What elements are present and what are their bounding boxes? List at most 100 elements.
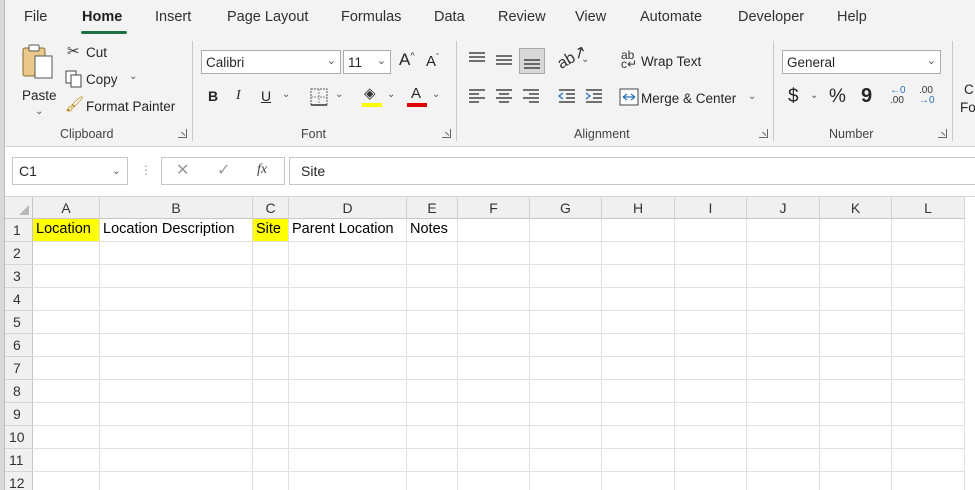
cell-a5[interactable]	[33, 311, 100, 334]
column-header-f[interactable]: F	[458, 197, 530, 219]
fill-color-dropdown-icon[interactable]: ⌄	[387, 89, 395, 100]
cell-i2[interactable]	[675, 242, 747, 265]
font-launcher-icon[interactable]	[442, 129, 451, 138]
cell-h6[interactable]	[602, 334, 675, 357]
cell-d6[interactable]	[289, 334, 407, 357]
cell-b2[interactable]	[100, 242, 253, 265]
cell-g3[interactable]	[530, 265, 602, 288]
cell-e2[interactable]	[407, 242, 458, 265]
enter-check-icon[interactable]: ✓	[217, 163, 230, 179]
cell-h1[interactable]	[602, 219, 675, 242]
tab-insert[interactable]: Insert	[155, 9, 191, 25]
name-box[interactable]: C1 ⌄	[12, 157, 128, 185]
underline-dropdown-icon[interactable]: ⌄	[282, 89, 290, 100]
column-header-l[interactable]: L	[892, 197, 965, 219]
cell-i12[interactable]	[675, 472, 747, 490]
cell-l9[interactable]	[892, 403, 965, 426]
cell-f1[interactable]	[458, 219, 530, 242]
cell-c3[interactable]	[253, 265, 289, 288]
alignment-launcher-icon[interactable]	[759, 129, 768, 138]
cell-j10[interactable]	[747, 426, 820, 449]
cell-j1[interactable]	[747, 219, 820, 242]
cell-e8[interactable]	[407, 380, 458, 403]
align-right-icon[interactable]	[521, 88, 541, 106]
tab-data[interactable]: Data	[434, 9, 465, 25]
cell-a8[interactable]	[33, 380, 100, 403]
tab-page-layout[interactable]: Page Layout	[227, 9, 308, 25]
cell-c6[interactable]	[253, 334, 289, 357]
cell-g9[interactable]	[530, 403, 602, 426]
cell-k7[interactable]	[820, 357, 892, 380]
cell-i6[interactable]	[675, 334, 747, 357]
cell-l5[interactable]	[892, 311, 965, 334]
row-header-4[interactable]: 4	[5, 288, 33, 311]
cell-g5[interactable]	[530, 311, 602, 334]
cell-f10[interactable]	[458, 426, 530, 449]
cell-j7[interactable]	[747, 357, 820, 380]
cell-c12[interactable]	[253, 472, 289, 490]
italic-button[interactable]: I	[236, 88, 241, 104]
cut-button[interactable]: Cut	[86, 45, 107, 60]
cell-a2[interactable]	[33, 242, 100, 265]
cell-h12[interactable]	[602, 472, 675, 490]
insert-function-icon[interactable]: fx	[257, 163, 267, 177]
cell-c7[interactable]	[253, 357, 289, 380]
cell-l6[interactable]	[892, 334, 965, 357]
copy-dropdown-icon[interactable]: ⌄	[129, 71, 137, 82]
cell-a10[interactable]	[33, 426, 100, 449]
cell-i4[interactable]	[675, 288, 747, 311]
cell-g11[interactable]	[530, 449, 602, 472]
tab-home[interactable]: Home	[82, 9, 122, 25]
shrink-font-button[interactable]: Aˇ	[426, 52, 439, 70]
cell-k10[interactable]	[820, 426, 892, 449]
number-launcher-icon[interactable]	[938, 129, 947, 138]
cell-a1[interactable]: Location	[33, 219, 100, 242]
row-header-3[interactable]: 3	[5, 265, 33, 288]
cell-b10[interactable]	[100, 426, 253, 449]
cell-b1[interactable]: Location Description	[100, 219, 253, 242]
cell-a12[interactable]	[33, 472, 100, 490]
row-header-1[interactable]: 1	[5, 219, 33, 242]
tab-developer[interactable]: Developer	[738, 9, 804, 25]
cell-a6[interactable]	[33, 334, 100, 357]
clipboard-launcher-icon[interactable]	[178, 129, 187, 138]
cell-d7[interactable]	[289, 357, 407, 380]
row-header-9[interactable]: 9	[5, 403, 33, 426]
cell-k9[interactable]	[820, 403, 892, 426]
cell-e7[interactable]	[407, 357, 458, 380]
comma-style-button[interactable]: 9	[861, 85, 872, 108]
cell-g7[interactable]	[530, 357, 602, 380]
cell-f2[interactable]	[458, 242, 530, 265]
cell-c2[interactable]	[253, 242, 289, 265]
cell-g8[interactable]	[530, 380, 602, 403]
align-bottom-button[interactable]	[519, 48, 545, 74]
cell-j4[interactable]	[747, 288, 820, 311]
cell-b8[interactable]	[100, 380, 253, 403]
cell-b12[interactable]	[100, 472, 253, 490]
cell-d3[interactable]	[289, 265, 407, 288]
cell-g6[interactable]	[530, 334, 602, 357]
cell-k3[interactable]	[820, 265, 892, 288]
cell-d1[interactable]: Parent Location	[289, 219, 407, 242]
cell-b11[interactable]	[100, 449, 253, 472]
font-color-dropdown-icon[interactable]: ⌄	[432, 89, 440, 100]
fill-color-button[interactable]: ◈	[362, 86, 384, 108]
orientation-dropdown-icon[interactable]: ⌄	[581, 54, 589, 65]
cancel-icon[interactable]: ✕	[176, 163, 189, 179]
tab-review[interactable]: Review	[498, 9, 546, 25]
cell-e3[interactable]	[407, 265, 458, 288]
cell-a7[interactable]	[33, 357, 100, 380]
cell-l4[interactable]	[892, 288, 965, 311]
cell-k8[interactable]	[820, 380, 892, 403]
align-left-icon[interactable]	[467, 88, 487, 106]
cell-b4[interactable]	[100, 288, 253, 311]
grow-font-button[interactable]: A^	[399, 50, 415, 70]
column-header-g[interactable]: G	[530, 197, 602, 219]
cell-k2[interactable]	[820, 242, 892, 265]
column-header-i[interactable]: I	[675, 197, 747, 219]
decrease-decimal-icon[interactable]: .00 →0	[919, 86, 935, 106]
cell-a4[interactable]	[33, 288, 100, 311]
decrease-indent-icon[interactable]	[557, 88, 577, 106]
font-size-select[interactable]: 11 ⌄	[343, 50, 391, 74]
cell-h4[interactable]	[602, 288, 675, 311]
